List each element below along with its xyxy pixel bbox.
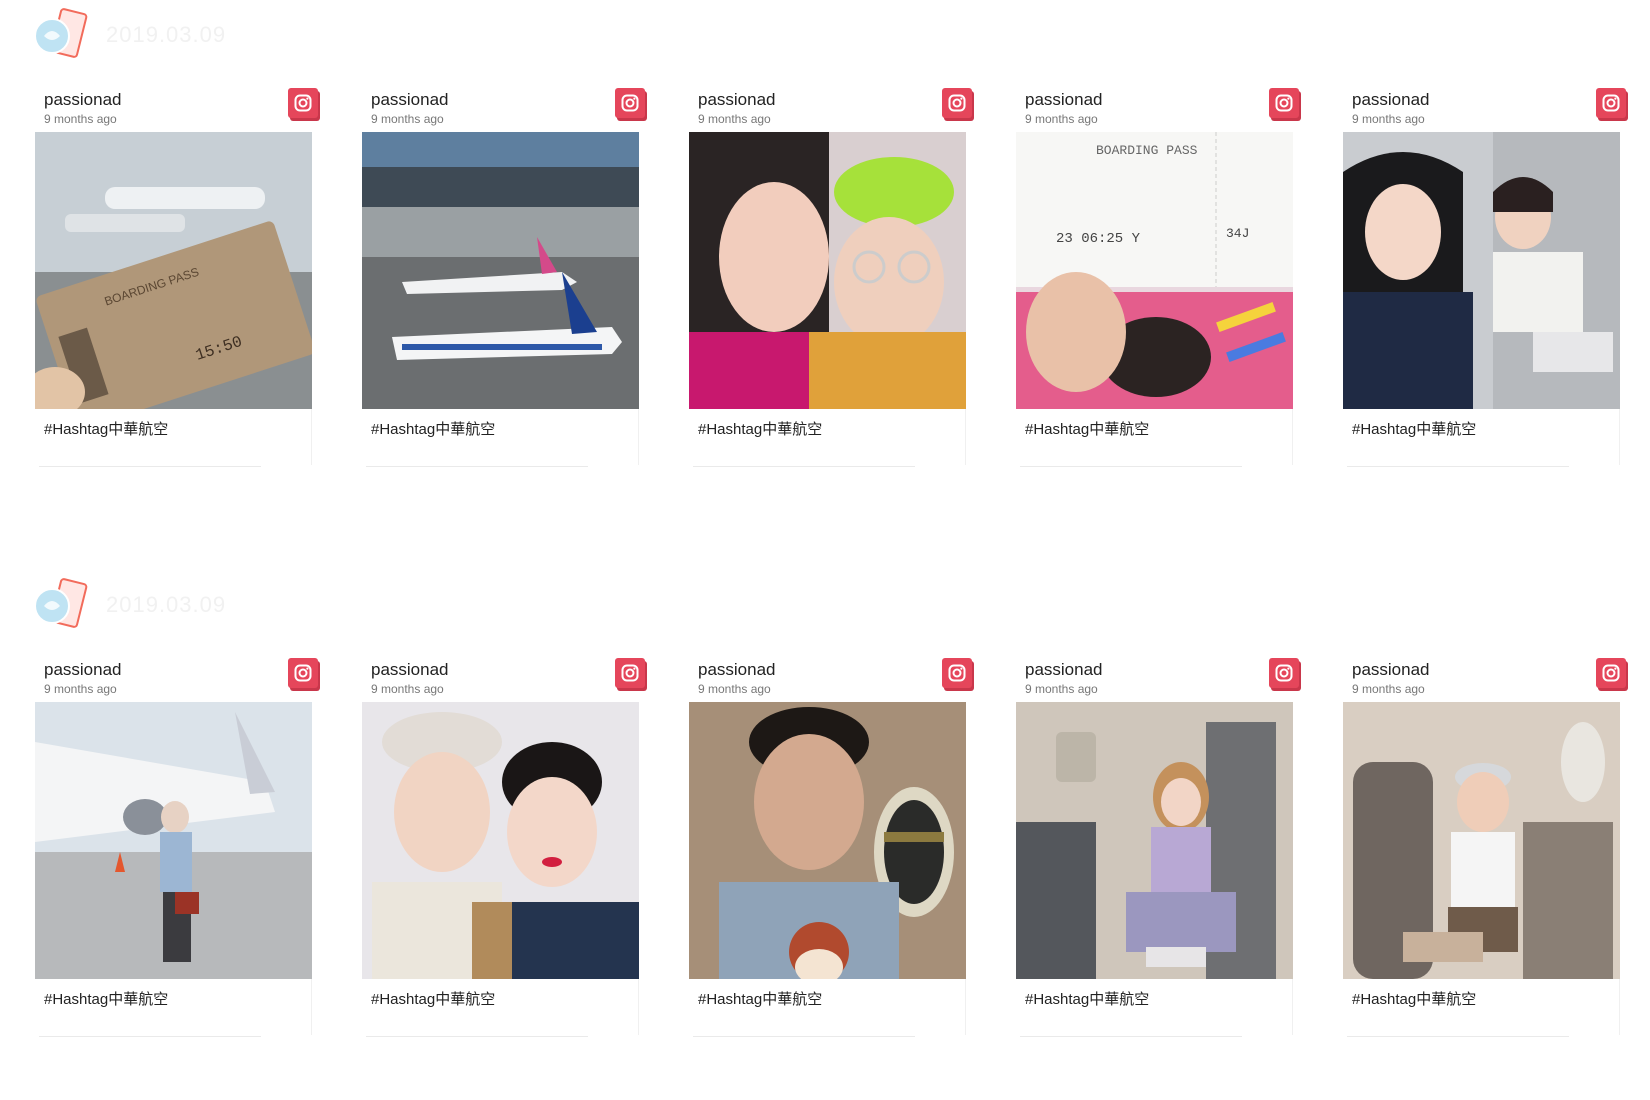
divider: [1619, 979, 1620, 1035]
post-timestamp: 9 months ago: [371, 682, 444, 696]
instagram-icon[interactable]: [942, 658, 972, 688]
svg-text:23 06:25 Y: 23 06:25 Y: [1056, 231, 1141, 247]
post-card[interactable]: passionad 9 months ago BOARDING PASS 15:…: [35, 88, 318, 468]
instagram-icon[interactable]: [288, 88, 318, 118]
instagram-icon[interactable]: [288, 658, 318, 688]
post-card[interactable]: passionad 9 months ago #Hashtag中華航空: [362, 88, 645, 468]
instagram-icon[interactable]: [1596, 658, 1626, 688]
divider: [965, 409, 966, 465]
post-timestamp: 9 months ago: [698, 112, 771, 126]
divider: [1292, 409, 1293, 465]
post-photo-business-seat-woman[interactable]: [1016, 702, 1293, 979]
post-photo-planes[interactable]: [362, 132, 639, 409]
divider: [1347, 466, 1569, 467]
post-timestamp: 9 months ago: [1352, 112, 1425, 126]
post-timestamp: 9 months ago: [1025, 682, 1098, 696]
group-header: 2019.03.09: [30, 570, 226, 640]
instagram-icon[interactable]: [942, 88, 972, 118]
divider: [638, 409, 639, 465]
post-card[interactable]: passionad 9 months ago #Hashtag中華航空: [362, 658, 645, 1038]
post-card[interactable]: passionad 9 months ago #Hashtag中華航空: [689, 658, 972, 1038]
boarding-pass-logo-icon: [30, 573, 94, 637]
post-caption: #Hashtag中華航空: [44, 421, 169, 438]
divider: [1020, 1036, 1242, 1037]
group-header: 2019.03.09: [30, 0, 226, 70]
post-timestamp: 9 months ago: [1025, 112, 1098, 126]
post-photo-boarding-pass[interactable]: BOARDING PASS 15:50: [35, 132, 312, 409]
divider: [965, 979, 966, 1035]
post-photo-window-selfie[interactable]: [689, 702, 966, 979]
divider: [1619, 409, 1620, 465]
divider: [693, 466, 915, 467]
post-photo-business-seat-man[interactable]: [1343, 702, 1620, 979]
divider: [1292, 979, 1293, 1035]
post-username[interactable]: passionad: [1352, 90, 1430, 110]
post-card[interactable]: passionad 9 months ago #Hashtag中華航空: [689, 88, 972, 468]
divider: [39, 466, 261, 467]
post-card[interactable]: passionad 9 months ago #Hashtag中華航空: [1343, 88, 1626, 468]
svg-text:34J: 34J: [1226, 226, 1249, 241]
post-username[interactable]: passionad: [1025, 90, 1103, 110]
post-photo-selfie[interactable]: [689, 132, 966, 409]
post-username[interactable]: passionad: [371, 660, 449, 680]
svg-text:BOARDING PASS: BOARDING PASS: [1096, 143, 1198, 158]
group-date: 2019.03.09: [106, 22, 227, 47]
post-photo-crew-selfie[interactable]: [362, 702, 639, 979]
post-username[interactable]: passionad: [371, 90, 449, 110]
post-username[interactable]: passionad: [698, 90, 776, 110]
post-caption: #Hashtag中華航空: [698, 421, 823, 438]
post-timestamp: 9 months ago: [698, 682, 771, 696]
post-card[interactable]: passionad 9 months ago #Hashtag中華航空: [35, 658, 318, 1038]
post-timestamp: 9 months ago: [44, 682, 117, 696]
post-caption: #Hashtag中華航空: [371, 421, 496, 438]
post-caption: #Hashtag中華航空: [1025, 421, 1150, 438]
post-username[interactable]: passionad: [44, 660, 122, 680]
post-username[interactable]: passionad: [1025, 660, 1103, 680]
post-timestamp: 9 months ago: [1352, 682, 1425, 696]
post-timestamp: 9 months ago: [44, 112, 117, 126]
divider: [693, 1036, 915, 1037]
post-caption: #Hashtag中華航空: [1025, 991, 1150, 1008]
post-timestamp: 9 months ago: [371, 112, 444, 126]
divider: [1020, 466, 1242, 467]
post-photo-boarding-pass-hand[interactable]: BOARDING PASS 23 06:25 Y 34J: [1016, 132, 1293, 409]
post-caption: #Hashtag中華航空: [44, 991, 169, 1008]
instagram-icon[interactable]: [1269, 658, 1299, 688]
post-photo-cabin-selfie[interactable]: [1343, 132, 1620, 409]
post-caption: #Hashtag中華航空: [371, 991, 496, 1008]
post-username[interactable]: passionad: [698, 660, 776, 680]
post-card[interactable]: passionad 9 months ago BOARDING PASS 23 …: [1016, 88, 1299, 468]
post-caption: #Hashtag中華航空: [698, 991, 823, 1008]
instagram-icon[interactable]: [1269, 88, 1299, 118]
divider: [366, 466, 588, 467]
instagram-icon[interactable]: [615, 658, 645, 688]
group-date: 2019.03.09: [106, 592, 227, 617]
divider: [311, 409, 312, 465]
post-caption: #Hashtag中華航空: [1352, 991, 1477, 1008]
post-card[interactable]: passionad 9 months ago #Hashtag中華航空: [1343, 658, 1626, 1038]
post-card[interactable]: passionad 9 months ago #Hashtag中華航空: [1016, 658, 1299, 1038]
divider: [1347, 1036, 1569, 1037]
divider: [638, 979, 639, 1035]
divider: [311, 979, 312, 1035]
divider: [366, 1036, 588, 1037]
instagram-icon[interactable]: [615, 88, 645, 118]
post-photo-woman-airplane[interactable]: [35, 702, 312, 979]
boarding-pass-logo-icon: [30, 3, 94, 67]
divider: [39, 1036, 261, 1037]
instagram-icon[interactable]: [1596, 88, 1626, 118]
post-caption: #Hashtag中華航空: [1352, 421, 1477, 438]
post-username[interactable]: passionad: [1352, 660, 1430, 680]
post-username[interactable]: passionad: [44, 90, 122, 110]
